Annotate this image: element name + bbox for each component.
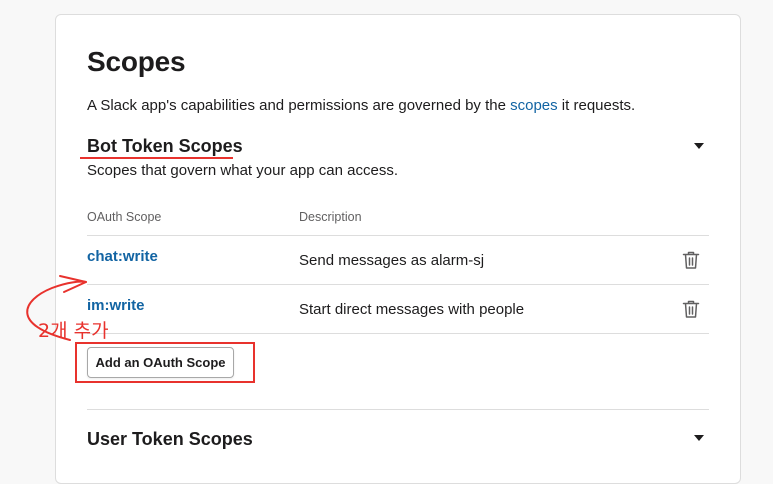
annotation-arrow-icon	[26, 275, 87, 341]
